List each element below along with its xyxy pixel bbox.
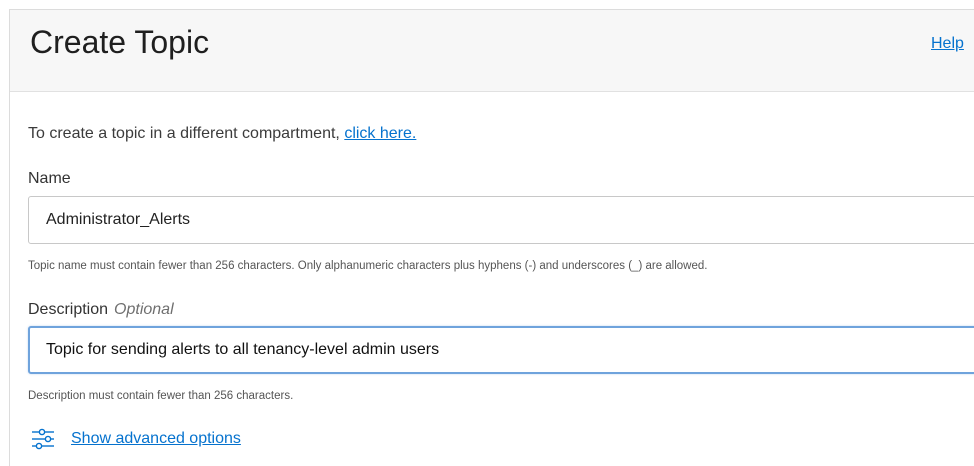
- name-hint: Topic name must contain fewer than 256 c…: [28, 260, 708, 272]
- click-here-link[interactable]: click here.: [344, 125, 416, 142]
- optional-tag: Optional: [114, 301, 174, 318]
- help-link[interactable]: Help: [931, 35, 964, 53]
- description-hint: Description must contain fewer than 256 …: [28, 390, 294, 402]
- create-topic-panel: Create Topic Help To create a topic in a…: [9, 9, 974, 466]
- sliders-icon: [30, 427, 56, 451]
- page-title: Create Topic: [30, 24, 210, 60]
- show-advanced-options-label: Show advanced options: [71, 430, 241, 447]
- compartment-note-text: To create a topic in a different compart…: [28, 125, 345, 142]
- name-input[interactable]: [28, 196, 974, 244]
- description-label-text: Description: [28, 301, 109, 318]
- name-label: Name: [28, 170, 71, 187]
- show-advanced-options-toggle[interactable]: Show advanced options: [30, 427, 241, 451]
- description-label: Description Optional: [28, 301, 174, 319]
- panel-header: Create Topic Help: [10, 10, 974, 92]
- description-input[interactable]: [28, 326, 974, 374]
- compartment-note: To create a topic in a different compart…: [28, 125, 416, 143]
